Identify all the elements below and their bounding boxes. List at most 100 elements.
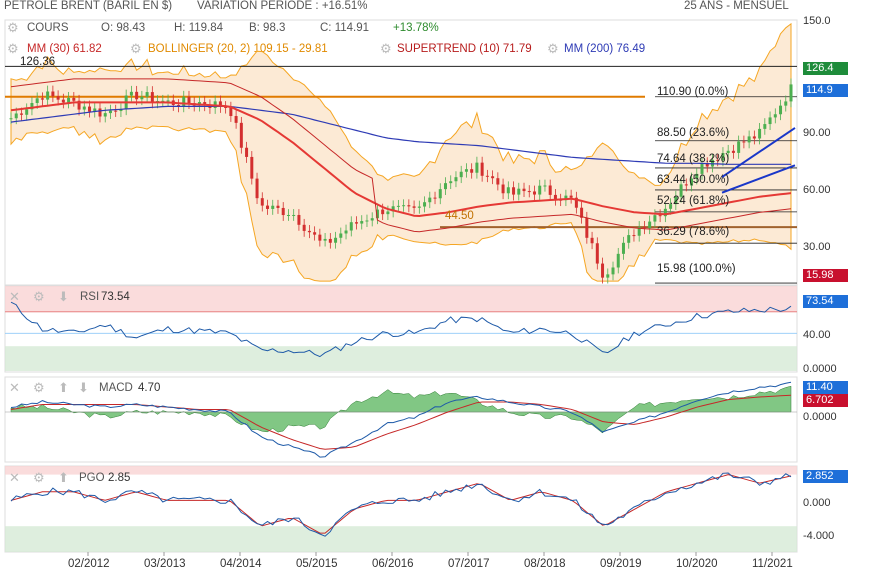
rsi-tag: 73.54 <box>803 295 848 308</box>
candle-body <box>407 205 411 207</box>
candle-body <box>88 106 92 112</box>
candle-body <box>758 128 762 139</box>
gear-icon[interactable]: ⚙ <box>33 471 45 485</box>
candle-body <box>239 122 243 148</box>
macd-tick: 0.0000 <box>803 411 837 423</box>
candle-body <box>496 178 500 185</box>
candle-body <box>67 97 71 103</box>
macd-value: 4.70 <box>138 382 161 394</box>
candle-body <box>491 176 495 179</box>
x-label: 04/2014 <box>220 558 262 570</box>
candle-body <box>281 207 285 216</box>
candle-body <box>501 184 505 194</box>
candle-body <box>98 108 102 117</box>
x-label: 07/2017 <box>448 558 490 570</box>
pgo-value: 2.85 <box>108 472 131 484</box>
candle-body <box>658 215 662 217</box>
candle-body <box>742 141 746 143</box>
candle-body <box>428 197 432 203</box>
candle-body <box>606 274 610 278</box>
candle-body <box>475 162 479 173</box>
x-label: 10/2020 <box>676 558 718 570</box>
x-label: 02/2012 <box>68 558 110 570</box>
gear-icon[interactable]: ⚙ <box>33 290 45 304</box>
price-last-tag: 114.9 <box>803 84 848 97</box>
close-icon[interactable]: ✕ <box>9 381 20 395</box>
fib-label: 110.90 (0.0%) <box>657 86 729 98</box>
candle-body <box>527 191 531 193</box>
candle-body <box>140 96 144 100</box>
arrow-up-icon[interactable]: ⬆ <box>58 381 69 395</box>
candle-body <box>166 100 170 102</box>
fib-label: 74.64 (38.2%) <box>657 153 730 165</box>
candle-body <box>51 91 55 97</box>
rsi-label: RSI <box>80 291 100 303</box>
macd-tag-1: 11.40 <box>803 381 848 394</box>
candle-body <box>72 97 76 101</box>
pgo-tick: -4.000 <box>803 530 835 542</box>
candle-body <box>642 226 646 229</box>
candle-body <box>470 169 474 173</box>
candle-body <box>135 91 139 100</box>
candle-body <box>784 101 788 106</box>
close-icon[interactable]: ✕ <box>9 471 20 485</box>
support-label: 44.50 <box>445 210 474 222</box>
candle-body <box>82 106 86 110</box>
candle-body <box>35 98 39 104</box>
candle-body <box>145 92 149 97</box>
candle-body <box>360 221 364 224</box>
candle-body <box>9 118 13 120</box>
candle-body <box>773 114 777 118</box>
candle-body <box>512 187 516 195</box>
candle-body <box>150 92 154 103</box>
candle-body <box>307 230 311 233</box>
candle-body <box>40 98 44 100</box>
candle-body <box>731 150 735 153</box>
candle-body <box>438 189 442 199</box>
candle-body <box>632 235 636 237</box>
candle-body <box>485 175 489 177</box>
candle-body <box>590 237 594 244</box>
candle-body <box>114 110 118 112</box>
close-icon[interactable]: ✕ <box>9 290 20 304</box>
candle-body <box>355 222 359 224</box>
chart-canvas[interactable] <box>0 0 873 576</box>
arrow-up-icon[interactable]: ⬆ <box>58 471 69 485</box>
candle-body <box>396 205 400 207</box>
candle-body <box>789 84 793 102</box>
candle-body <box>449 181 453 184</box>
gear-icon[interactable]: ⚙ <box>33 381 45 395</box>
candle-body <box>103 113 107 117</box>
arrow-down-icon[interactable]: ⬇ <box>58 290 69 304</box>
candle-body <box>569 195 573 198</box>
candle-body <box>412 206 416 208</box>
candle-body <box>653 215 657 222</box>
candle-body <box>752 136 756 139</box>
candle-body <box>108 110 112 114</box>
candle-body <box>245 147 249 157</box>
candle-body <box>768 117 772 125</box>
x-label: 09/2019 <box>600 558 642 570</box>
candle-body <box>19 113 23 115</box>
candle-body <box>14 113 18 119</box>
candle-body <box>454 177 458 182</box>
x-label: 11/2021 <box>752 558 793 570</box>
candle-body <box>459 171 463 178</box>
candle-body <box>517 188 521 195</box>
x-label: 03/2013 <box>144 558 186 570</box>
candle-body <box>601 263 605 278</box>
arrow-down-icon[interactable]: ⬇ <box>78 381 89 395</box>
fib-label: 15.98 (100.0%) <box>657 263 736 275</box>
candle-body <box>543 185 547 187</box>
candle-body <box>255 178 259 199</box>
price-low-tag: 15.98 <box>803 269 848 282</box>
candle-body <box>763 124 767 129</box>
pgo-tick: 0.000 <box>803 497 831 509</box>
fib-label: 36.29 (78.6%) <box>657 226 730 238</box>
price-tick: 150.0 <box>803 15 831 27</box>
fib-label: 88.50 (23.6%) <box>657 127 730 139</box>
candle-body <box>417 206 421 208</box>
candle-body <box>480 162 484 176</box>
candle-body <box>779 105 783 115</box>
price-tick: 90.00 <box>803 127 831 139</box>
